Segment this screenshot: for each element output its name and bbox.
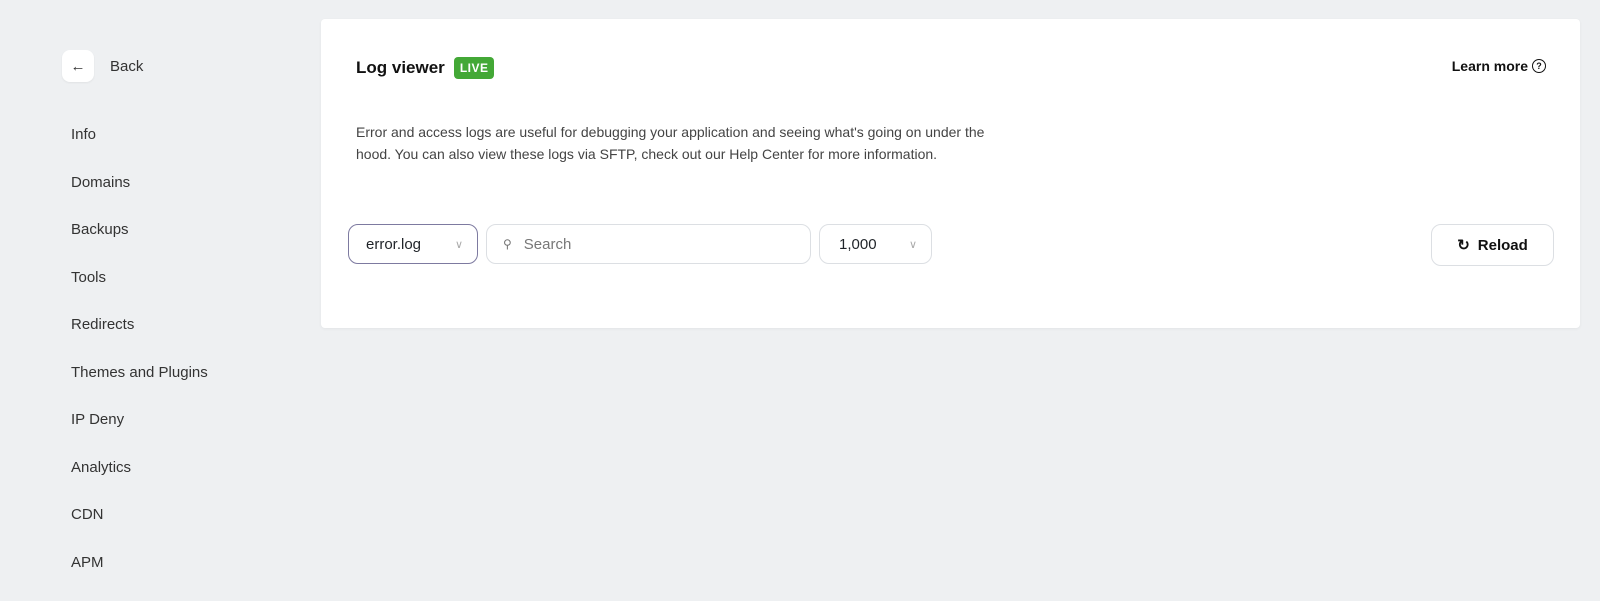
lines-select[interactable]: 1,000 ∨ <box>819 224 932 264</box>
sidebar-item-ip-deny[interactable]: IP Deny <box>71 411 208 459</box>
reload-button[interactable]: ↻ Reload <box>1431 224 1554 266</box>
refresh-icon: ↻ <box>1457 236 1470 254</box>
live-badge: LIVE <box>454 57 495 79</box>
log-viewer-card: Log viewer LIVE Learn more ? Error and a… <box>321 19 1580 328</box>
lines-value: 1,000 <box>839 236 877 253</box>
sidebar-item-domains[interactable]: Domains <box>71 174 208 222</box>
log-file-value: error.log <box>366 236 421 253</box>
sidebar-item-tools[interactable]: Tools <box>71 269 208 317</box>
help-circle-icon: ? <box>1532 59 1546 73</box>
back-label: Back <box>110 58 143 75</box>
sidebar-item-backups[interactable]: Backups <box>71 221 208 269</box>
sidebar-nav: Info Domains Backups Tools Redirects The… <box>71 126 208 601</box>
page-title: Log viewer <box>356 58 445 78</box>
card-header: Log viewer LIVE <box>356 57 494 79</box>
sidebar-item-cdn[interactable]: CDN <box>71 506 208 554</box>
search-input[interactable]: ⚲ Search <box>486 224 811 264</box>
sidebar-item-themes-plugins[interactable]: Themes and Plugins <box>71 364 208 412</box>
log-file-select[interactable]: error.log ∨ <box>348 224 478 264</box>
arrow-left-icon[interactable]: ← <box>62 50 94 82</box>
search-icon: ⚲ <box>503 237 512 251</box>
learn-more-link[interactable]: Learn more ? <box>1452 58 1546 74</box>
description: Error and access logs are useful for deb… <box>356 121 1016 165</box>
chevron-down-icon: ∨ <box>909 238 917 251</box>
sidebar-item-info[interactable]: Info <box>71 126 208 174</box>
learn-more-label: Learn more <box>1452 58 1528 74</box>
reload-label: Reload <box>1478 237 1528 254</box>
chevron-down-icon: ∨ <box>455 238 463 251</box>
back-link[interactable]: ← Back <box>62 50 143 82</box>
sidebar-item-apm[interactable]: APM <box>71 554 208 601</box>
sidebar-item-redirects[interactable]: Redirects <box>71 316 208 364</box>
sidebar-item-analytics[interactable]: Analytics <box>71 459 208 507</box>
search-placeholder: Search <box>524 236 572 253</box>
